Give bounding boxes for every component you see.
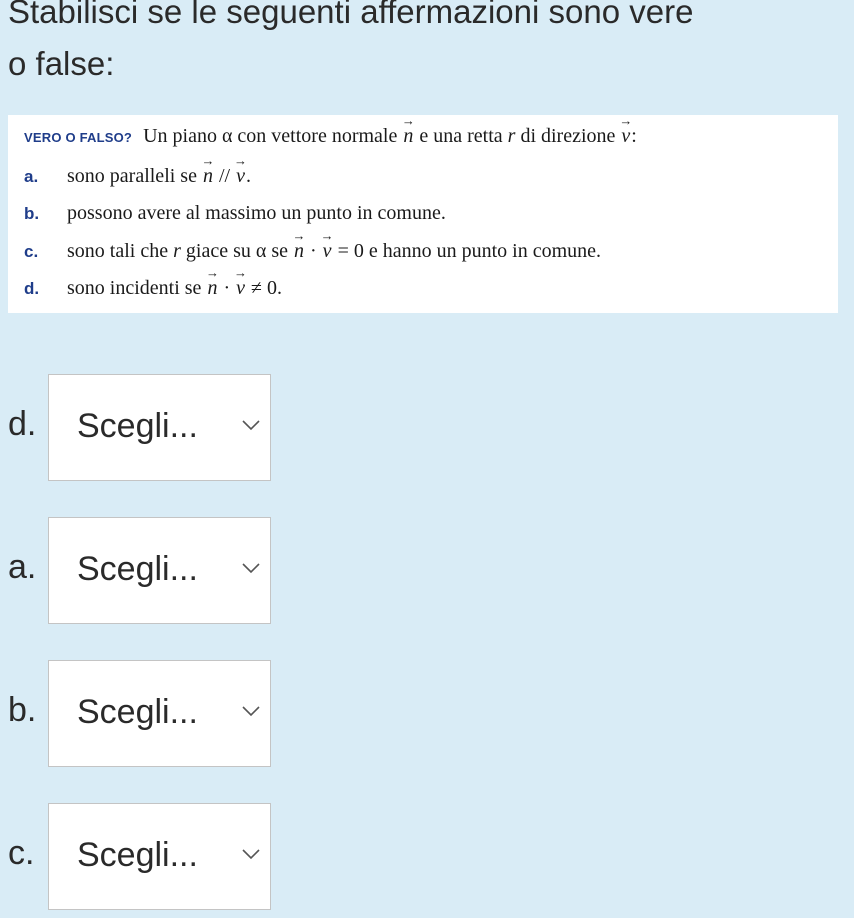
chevron-down-icon: [242, 420, 260, 431]
answer-label-c: c.: [8, 834, 35, 872]
statement-letter: b.: [24, 204, 40, 223]
vector-v: v: [235, 277, 246, 300]
line-r: r: [507, 125, 516, 147]
vector-n: n: [202, 165, 214, 188]
answer-select-d[interactable]: Scegli...: [48, 374, 271, 481]
answer-label-b: b.: [8, 691, 37, 729]
statement-text: possono avere al massimo un punto in com…: [67, 202, 446, 224]
statement-text-mid: giace su α se: [185, 240, 288, 262]
chevron-down-icon: [242, 563, 260, 574]
vector-v: v: [620, 125, 631, 148]
statement-text: sono tali che: [67, 240, 169, 262]
problem-card: VERO O FALSO? Un piano α con vettore nor…: [8, 115, 838, 313]
vector-v: v: [235, 165, 246, 188]
intro-text-1: Un piano α con vettore normale: [143, 125, 398, 147]
chevron-down-icon: [242, 706, 260, 717]
answer-select-b[interactable]: Scegli...: [48, 660, 271, 767]
answer-select-c[interactable]: Scegli...: [48, 803, 271, 910]
select-value: Scegli...: [77, 693, 198, 731]
not-equal-zero: ≠ 0.: [251, 277, 282, 299]
statement-c: c. sono tali che r giace su α se n · v =…: [24, 240, 601, 263]
vector-v: v: [322, 240, 333, 263]
true-false-tag: VERO O FALSO?: [24, 130, 133, 145]
select-value: Scegli...: [77, 836, 198, 874]
equals-zero: = 0: [337, 240, 364, 262]
statement-b: b. possono avere al massimo un punto in …: [24, 202, 446, 225]
statement-text-end: e hanno un punto in comune.: [368, 240, 602, 262]
statement-text: sono paralleli se: [67, 165, 197, 187]
vector-n: n: [402, 125, 414, 148]
intro-text-3: di direzione: [520, 125, 616, 147]
answer-label-a: a.: [8, 548, 37, 586]
answer-select-a[interactable]: Scegli...: [48, 517, 271, 624]
statement-text: sono incidenti se: [67, 277, 202, 299]
statement-d: d. sono incidenti se n · v ≠ 0.: [24, 277, 282, 300]
dot-operator: ·: [310, 240, 317, 262]
vector-n: n: [206, 277, 218, 300]
dot-operator: ·: [223, 277, 231, 299]
statement-letter: c.: [24, 242, 39, 261]
statement-a: a. sono paralleli se n // v.: [24, 165, 251, 188]
select-value: Scegli...: [77, 407, 198, 445]
question-line-1: Stabilisci se le seguenti affermazioni s…: [8, 0, 694, 30]
select-value: Scegli...: [77, 550, 198, 588]
question-line-2: o false:: [8, 45, 115, 82]
parallel-symbol: //: [218, 165, 236, 187]
problem-intro: VERO O FALSO? Un piano α con vettore nor…: [24, 125, 637, 148]
vector-n: n: [293, 240, 305, 263]
line-r: r: [173, 240, 181, 262]
statement-letter: d.: [24, 279, 40, 298]
statement-letter: a.: [24, 167, 39, 186]
question-text: Stabilisci se le seguenti affermazioni s…: [8, 0, 848, 90]
intro-text-2: e una retta: [419, 125, 503, 147]
chevron-down-icon: [242, 849, 260, 860]
answer-label-d: d.: [8, 405, 37, 443]
